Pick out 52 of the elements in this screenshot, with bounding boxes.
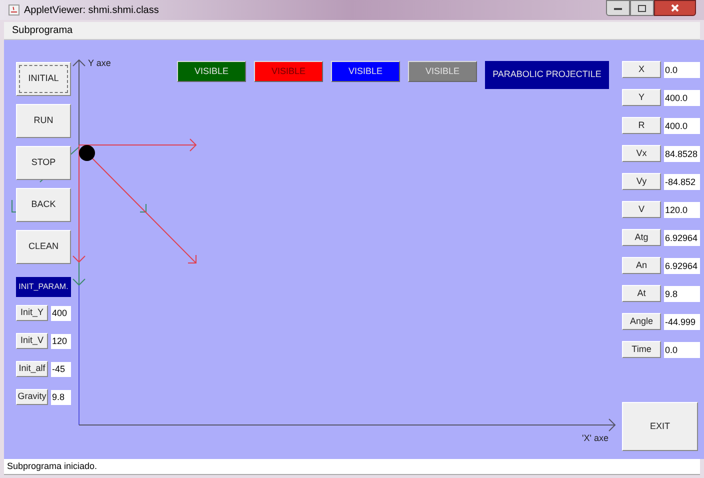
- readout-field[interactable]: 120.0: [664, 202, 700, 218]
- control-button[interactable]: BACK: [16, 188, 71, 222]
- param-button[interactable]: Init_V: [16, 333, 48, 349]
- section-title: INIT_PARAM.: [16, 277, 71, 297]
- readout-field[interactable]: 400.0: [664, 90, 700, 106]
- readout-field[interactable]: 0.0: [664, 62, 700, 78]
- readout-button[interactable]: V: [622, 201, 661, 218]
- maximize-button[interactable]: [630, 0, 654, 16]
- maximize-icon: [638, 4, 646, 12]
- readout-button[interactable]: An: [622, 257, 661, 274]
- readout-field[interactable]: 400.0: [664, 118, 700, 134]
- param-button[interactable]: Init_alf: [16, 361, 48, 377]
- readout-field[interactable]: 0.0: [664, 342, 700, 358]
- param-button[interactable]: Gravity: [16, 389, 48, 405]
- window-title: AppletViewer: shmi.shmi.class: [24, 4, 159, 18]
- control-button[interactable]: INITIAL: [16, 62, 71, 96]
- visibility-toggle[interactable]: VISIBLE: [177, 61, 246, 82]
- minimize-button[interactable]: [606, 0, 630, 16]
- control-button[interactable]: STOP: [16, 146, 71, 180]
- readout-field[interactable]: -44.999: [664, 314, 700, 330]
- menu-item[interactable]: Subprograma: [4, 23, 81, 38]
- readout-field[interactable]: -84.852: [664, 174, 700, 190]
- readout-field[interactable]: 84.8528: [664, 146, 700, 162]
- readout-button[interactable]: Vy: [622, 173, 661, 190]
- y-axis-label: Y axe: [88, 57, 111, 70]
- param-field[interactable]: 120: [51, 334, 71, 348]
- readout-button[interactable]: Time: [622, 341, 661, 358]
- readout-button[interactable]: At: [622, 285, 661, 302]
- exit-button[interactable]: EXIT: [622, 402, 698, 451]
- minimize-icon: [614, 6, 622, 10]
- readout-button[interactable]: Y: [622, 89, 661, 106]
- visibility-toggle[interactable]: VISIBLE: [331, 61, 400, 82]
- readout-button[interactable]: Vx: [622, 145, 661, 162]
- x-axis-label: 'X' axe: [582, 432, 608, 445]
- title-label: PARABOLIC PROJECTILE: [485, 61, 609, 89]
- control-button[interactable]: RUN: [16, 104, 71, 138]
- param-field[interactable]: -45: [51, 362, 71, 376]
- readout-field[interactable]: 9.8: [664, 286, 700, 302]
- readout-button[interactable]: X: [622, 61, 661, 78]
- readout-field[interactable]: 6.92964: [664, 230, 700, 246]
- readout-button[interactable]: Angle: [622, 313, 661, 330]
- param-button[interactable]: Init_Y: [16, 305, 48, 321]
- param-field[interactable]: 400: [51, 306, 71, 320]
- readout-button[interactable]: Atg: [622, 229, 661, 246]
- status-text: Subprograma iniciado.: [6, 460, 98, 473]
- param-field[interactable]: 9.8: [51, 390, 71, 404]
- readout-button[interactable]: R: [622, 117, 661, 134]
- readout-field[interactable]: 6.92964: [664, 258, 700, 274]
- close-button[interactable]: [654, 0, 696, 16]
- close-icon: [671, 4, 679, 12]
- projectile-ball: [79, 145, 95, 161]
- control-button[interactable]: CLEAN: [16, 230, 71, 264]
